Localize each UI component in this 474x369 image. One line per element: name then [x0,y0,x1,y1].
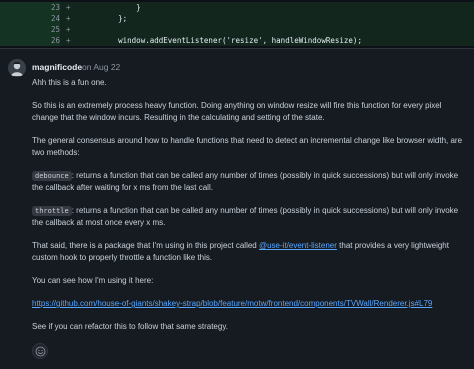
throttle-item: throttle: returns a function that can be… [32,206,459,227]
avatar-icon [8,59,26,77]
diff-line: 24 + }; [0,13,474,24]
comment-date[interactable]: on Aug 22 [82,62,120,72]
comment-paragraph: The general consensus around how to hand… [32,136,463,157]
diff-line: 25 + [0,24,474,35]
comment-paragraph: So this is an extremely process heavy fu… [32,101,442,122]
comment-body: Ahh this is a fun one. So this is an ext… [32,77,468,344]
diff-code: } [82,3,141,12]
author-avatar[interactable] [8,59,26,77]
package-link[interactable]: @use-it/event-listener [259,241,337,250]
diff-line: 23 + } [0,2,474,13]
comment-paragraph: Ahh this is a fun one. [32,78,107,87]
line-number[interactable]: 23 [42,2,60,13]
comment-paragraph: See if you can refactor this to follow t… [32,322,228,331]
diff-code: }; [82,14,128,23]
debounce-item: debounce: returns a function that can be… [32,171,459,192]
diff-sign: + [66,25,71,34]
smiley-icon [35,346,45,356]
line-number[interactable]: 26 [42,35,60,46]
inline-code-throttle: throttle [32,206,72,216]
comment-paragraph: You can see how I'm using it here: [32,276,154,285]
diff-view: 23 + } 24 + }; 25 + 26 + window.addEvent… [0,0,474,48]
comment-paragraph: That said, there is a package that I'm u… [32,241,449,262]
diff-sign: + [66,14,71,23]
inline-code-debounce: debounce [32,171,72,181]
add-reaction-button[interactable] [32,343,48,359]
diff-code: window.addEventListener('resize', handle… [82,36,362,45]
diff-sign: + [66,36,71,45]
comment-paragraph: https://github.com/house-of-giants/shake… [32,298,468,310]
line-number[interactable]: 25 [42,24,60,35]
review-comment: magnificode on Aug 22 Ahh this is a fun … [0,48,474,369]
comment-author[interactable]: magnificode [32,62,82,72]
diff-sign: + [66,3,71,12]
source-link[interactable]: https://github.com/house-of-giants/shake… [32,299,432,308]
line-number[interactable]: 24 [42,13,60,24]
diff-line: 26 + window.addEventListener('resize', h… [0,35,474,46]
